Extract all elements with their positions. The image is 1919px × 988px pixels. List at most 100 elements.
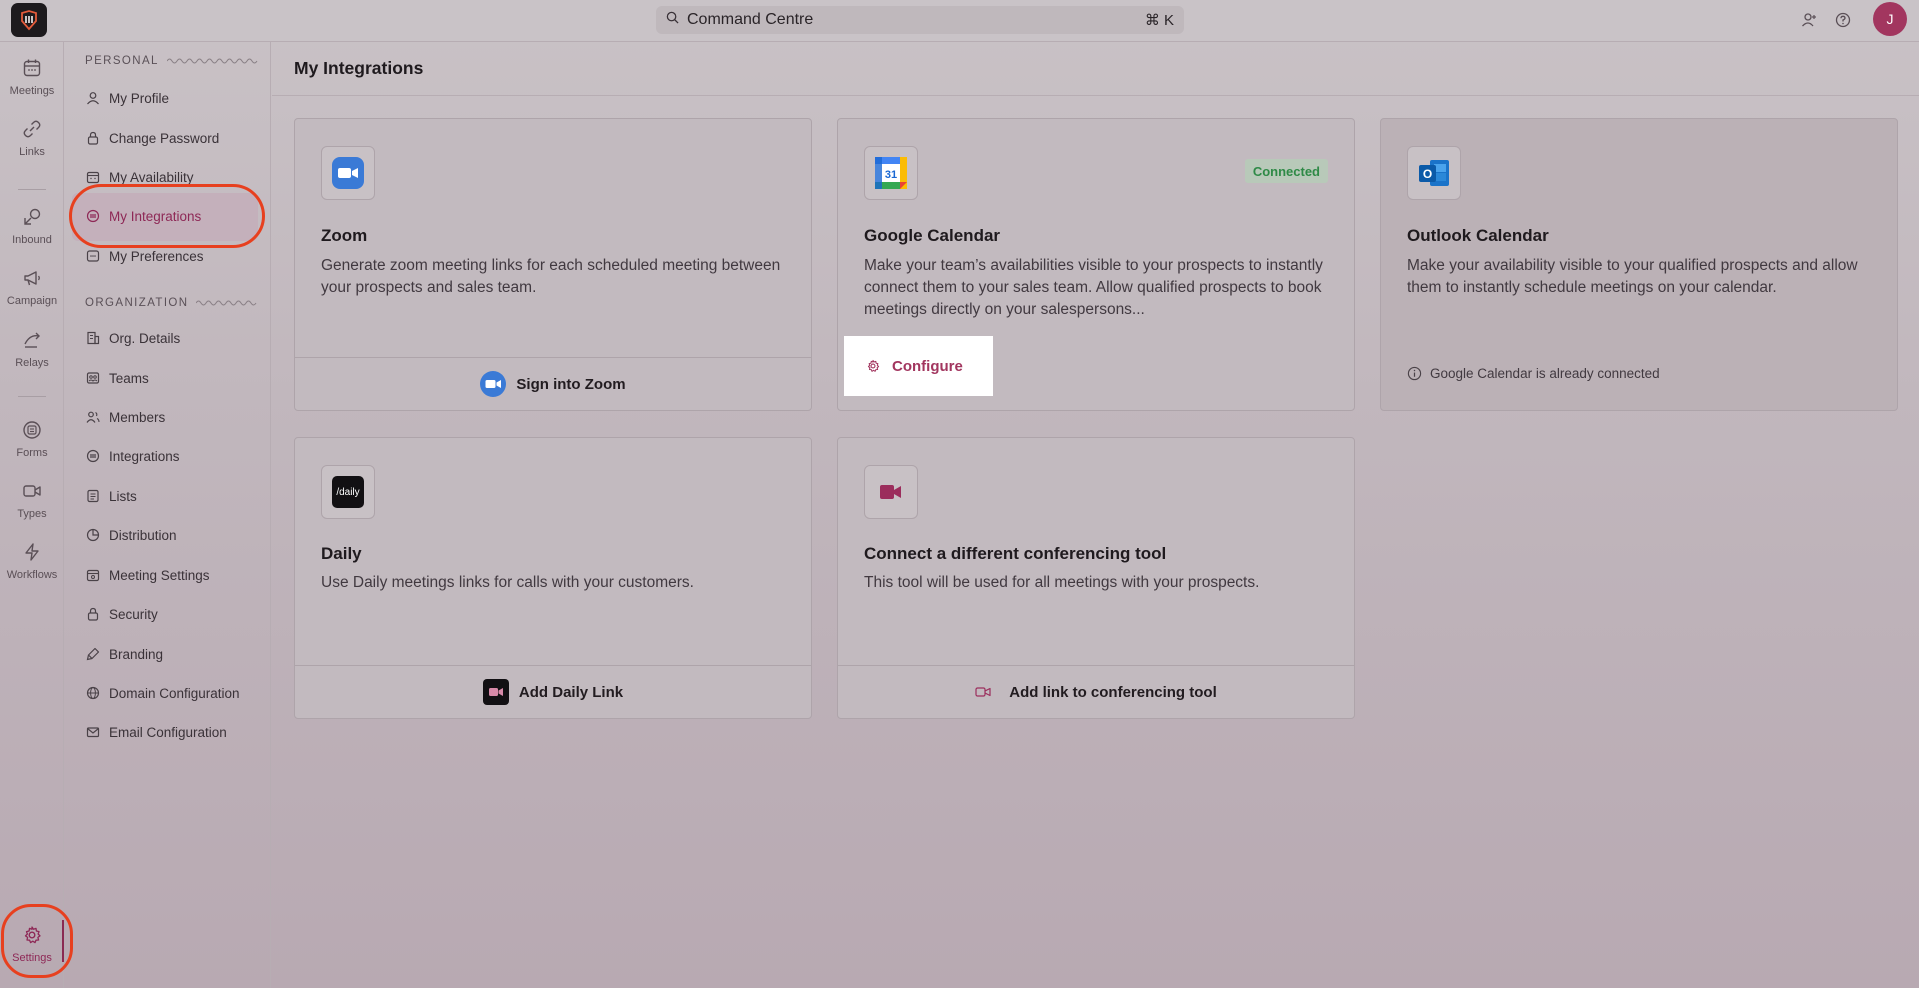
rail-label: Inbound xyxy=(12,234,52,246)
nav-label: Lists xyxy=(109,488,137,504)
nav-item-org-details[interactable]: Org. Details xyxy=(85,324,265,352)
pie-chart-icon xyxy=(85,527,101,543)
nav-item-integrations[interactable]: Integrations xyxy=(85,442,265,470)
globe-icon xyxy=(85,685,101,701)
configure-button[interactable]: Configure xyxy=(844,336,993,396)
nav-item-branding[interactable]: Branding xyxy=(85,640,265,668)
rail-item-types[interactable]: Types xyxy=(0,481,64,537)
nav-label: Members xyxy=(109,409,166,425)
video-icon xyxy=(22,481,42,504)
rail-label: Links xyxy=(19,146,45,158)
nav-label: Email Configuration xyxy=(109,724,227,740)
rail-item-workflows[interactable]: Workflows xyxy=(0,542,64,598)
lightning-icon xyxy=(22,542,42,565)
nav-label: My Profile xyxy=(109,90,170,106)
zoom-logo xyxy=(321,146,375,200)
nav-item-email-configuration[interactable]: Email Configuration xyxy=(85,718,265,746)
card-title: Outlook Calendar xyxy=(1407,226,1549,245)
building-icon xyxy=(85,330,101,346)
svg-text:O: O xyxy=(1423,167,1432,181)
section-title-personal: PERSONAL xyxy=(85,55,259,67)
nav-item-distribution[interactable]: Distribution xyxy=(85,521,265,549)
nav-item-change-password[interactable]: Change Password xyxy=(85,124,265,152)
rail-label: Types xyxy=(17,508,47,520)
lock-icon xyxy=(85,606,101,622)
link-icon xyxy=(22,119,42,142)
nav-item-members[interactable]: Members xyxy=(85,403,265,431)
inbound-icon xyxy=(22,207,42,230)
left-rail: Meetings Links Inbound Campaign Relays F… xyxy=(0,42,64,988)
action-label: Sign into Zoom xyxy=(516,375,626,393)
nav-label: My Preferences xyxy=(109,248,204,264)
add-conferencing-link-button[interactable]: Add link to conferencing tool xyxy=(838,665,1354,718)
rail-divider xyxy=(18,396,46,397)
shortcut-hint: ⌘ K xyxy=(1144,12,1174,29)
nav-label: My Availability xyxy=(109,169,194,185)
nav-item-lists[interactable]: Lists xyxy=(85,482,265,510)
avatar[interactable]: J xyxy=(1873,2,1907,36)
integration-card-outlook-calendar: O Outlook Calendar Make your availabilit… xyxy=(1380,118,1898,411)
status-badge: Connected xyxy=(1244,159,1328,183)
daily-logo: /daily xyxy=(321,465,375,519)
meeting-settings-icon xyxy=(85,567,101,583)
calendar-icon xyxy=(22,58,42,81)
action-label: Add Daily Link xyxy=(518,683,624,701)
members-icon xyxy=(85,409,101,425)
rail-label: Meetings xyxy=(9,85,55,97)
preferences-icon xyxy=(85,248,101,264)
mail-icon xyxy=(85,724,101,740)
card-title: Daily xyxy=(321,544,362,563)
nav-label: Change Password xyxy=(109,130,220,146)
user-icon xyxy=(85,90,101,106)
nav-label: Domain Configuration xyxy=(109,685,240,701)
rail-item-inbound[interactable]: Inbound xyxy=(0,207,64,263)
section-title-organization: ORGANIZATION xyxy=(85,297,258,309)
lock-icon xyxy=(85,130,101,146)
nav-label: Meeting Settings xyxy=(109,567,210,583)
megaphone-icon xyxy=(22,268,42,291)
rail-label: Forms xyxy=(16,447,48,459)
add-daily-link-button[interactable]: Add Daily Link xyxy=(295,665,811,718)
note-text: Google Calendar is already connected xyxy=(1430,366,1660,381)
user-icon[interactable] xyxy=(1798,9,1820,31)
sign-into-zoom-button[interactable]: Sign into Zoom xyxy=(295,357,811,410)
app-logo[interactable] xyxy=(11,3,47,37)
card-title: Google Calendar xyxy=(864,226,1001,245)
nav-label: Integrations xyxy=(109,448,180,464)
card-description: Make your team’s availabilities visible … xyxy=(864,257,1323,318)
page-title: My Integrations xyxy=(294,58,424,78)
card-description: Make your availability visible to your q… xyxy=(1407,257,1858,296)
command-centre-search[interactable]: Command Centre ⌘ K xyxy=(656,6,1184,34)
google-calendar-logo: 31 xyxy=(864,146,918,200)
nav-item-my-profile[interactable]: My Profile xyxy=(85,84,265,112)
card-title: Connect a different conferencing tool xyxy=(864,544,1167,563)
form-icon xyxy=(22,420,42,443)
rail-item-meetings[interactable]: Meetings xyxy=(0,58,64,114)
nav-item-teams[interactable]: Teams xyxy=(85,364,265,392)
title-divider xyxy=(272,95,1919,96)
video-icon xyxy=(975,685,991,699)
nav-item-security[interactable]: Security xyxy=(85,600,265,628)
rail-item-links[interactable]: Links xyxy=(0,119,64,175)
integration-card-google-calendar: 31 Connected Google Calendar Make your t… xyxy=(837,118,1355,411)
zoom-icon xyxy=(480,371,507,397)
rail-label: Campaign xyxy=(6,295,58,307)
calendar-icon xyxy=(85,169,101,185)
nav-label: Org. Details xyxy=(109,330,181,346)
rail-item-relays[interactable]: Relays xyxy=(0,330,64,386)
search-label: Command Centre xyxy=(687,11,814,28)
nav-item-domain-configuration[interactable]: Domain Configuration xyxy=(85,679,265,707)
svg-text:31: 31 xyxy=(885,169,897,181)
rail-item-forms[interactable]: Forms xyxy=(0,420,64,476)
integration-card-daily: /daily Daily Use Daily meetings links fo… xyxy=(294,437,812,719)
nav-item-meeting-settings[interactable]: Meeting Settings xyxy=(85,561,265,589)
nav-label: Branding xyxy=(109,646,164,662)
relay-icon xyxy=(22,330,42,353)
nav-label: Teams xyxy=(109,370,149,386)
rail-item-campaign[interactable]: Campaign xyxy=(0,268,64,324)
card-description: This tool will be used for all meetings … xyxy=(864,574,1260,591)
daily-logo-mark: /daily xyxy=(332,476,364,508)
card-description: Generate zoom meeting links for each sch… xyxy=(321,257,781,296)
help-icon[interactable] xyxy=(1832,9,1854,31)
integration-card-zoom: Zoom Generate zoom meeting links for eac… xyxy=(294,118,812,411)
